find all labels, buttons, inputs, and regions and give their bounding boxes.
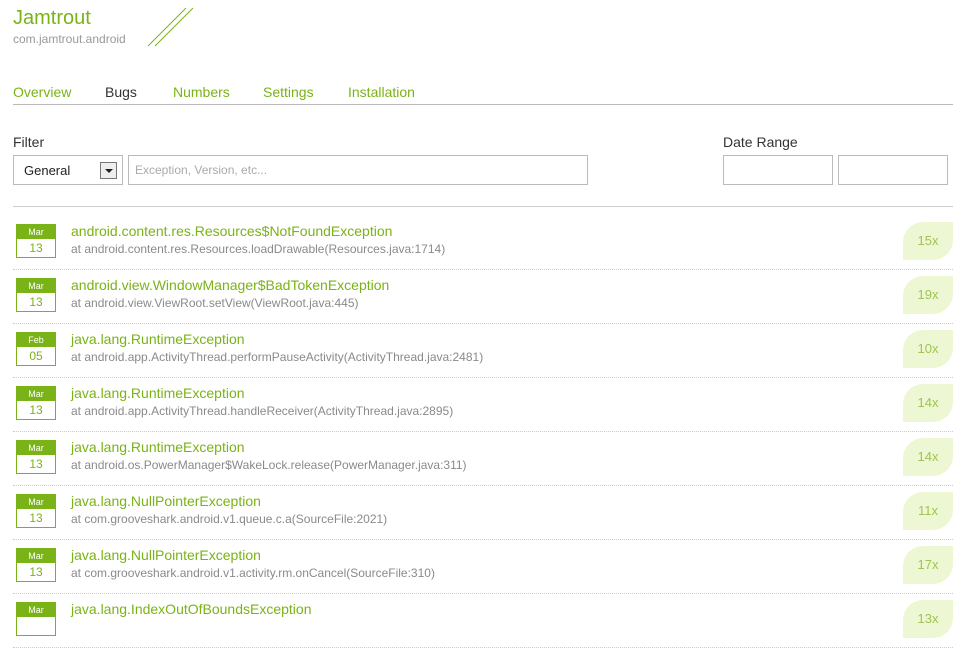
occurrence-count-badge: 14x [903,384,953,422]
date-badge: Mar 13 [16,440,56,474]
bug-row[interactable]: Mar 13 android.content.res.Resources$NotFo… [13,216,953,270]
occurrence-count-badge: 13x [903,600,953,638]
date-badge: Feb 05 [16,332,56,366]
bug-list: Mar 13 android.content.res.Resources$NotFo… [13,216,953,648]
date-range-to-input[interactable] [838,155,948,185]
tab-overview[interactable]: Overview [13,84,71,100]
chevron-down-icon[interactable] [100,162,117,179]
bug-title-link[interactable]: java.lang.RuntimeException [71,331,245,347]
bug-title-link[interactable]: java.lang.IndexOutOfBoundsException [71,601,312,617]
occurrence-count-badge: 15x [903,222,953,260]
bug-row[interactable]: Mar 13 android.view.WindowManager$BadToken… [13,270,953,324]
date-month: Mar [17,279,55,293]
filter-divider [13,206,953,207]
date-month: Mar [17,549,55,563]
bug-title-link[interactable]: java.lang.RuntimeException [71,439,245,455]
bug-stack-trace: at android.content.res.Resources.loadDra… [71,242,446,256]
tab-bugs[interactable]: Bugs [105,84,137,100]
bug-stack-trace: at android.app.ActivityThread.handleRece… [71,404,454,418]
tab-installation[interactable]: Installation [348,84,415,100]
occurrence-count-badge: 17x [903,546,953,584]
filter-search-input[interactable] [128,155,588,185]
tab-numbers[interactable]: Numbers [173,84,230,100]
date-day: 13 [29,403,43,417]
bug-title-link[interactable]: java.lang.NullPointerException [71,547,261,563]
date-month: Mar [17,603,55,617]
date-month: Mar [17,225,55,239]
date-day: 13 [29,457,43,471]
bug-title-link[interactable]: android.view.WindowManager$BadTokenExcep… [71,277,389,293]
date-month: Mar [17,441,55,455]
date-month: Feb [17,333,55,347]
bug-stack-trace: at com.grooveshark.android.v1.queue.c.a(… [71,512,388,526]
date-range-from-input[interactable] [723,155,833,185]
filter-type-select[interactable]: General [13,155,123,185]
occurrence-count-badge: 19x [903,276,953,314]
date-badge: Mar 13 [16,278,56,312]
filter-label: Filter [13,134,45,150]
occurrence-count-badge: 14x [903,438,953,476]
bug-row[interactable]: Mar java.lang.IndexOutOfBoundsException 13… [13,594,953,648]
date-badge: Mar 13 [16,386,56,420]
date-day: 05 [29,349,43,363]
bug-title-link[interactable]: java.lang.RuntimeException [71,385,245,401]
date-day: 13 [29,295,43,309]
bug-row[interactable]: Feb 05 java.lang.RuntimeException at androi… [13,324,953,378]
bug-title-link[interactable]: android.content.res.Resources$NotFoundEx… [71,223,392,239]
date-day: 13 [29,511,43,525]
bug-row[interactable]: Mar 13 java.lang.NullPointerException at co… [13,486,953,540]
filter-type-value: General [24,163,71,178]
app-header: Jamtrout com.jamtrout.android [13,6,126,46]
date-badge: Mar 13 [16,224,56,258]
bug-stack-trace: at android.view.ViewRoot.setView(ViewRoo… [71,296,359,310]
app-package-name: com.jamtrout.android [13,32,126,46]
app-title: Jamtrout [13,7,91,29]
date-month: Mar [17,495,55,509]
bug-stack-trace: at android.app.ActivityThread.performPau… [71,350,484,364]
bug-stack-trace: at android.os.PowerManager$WakeLock.rele… [71,458,467,472]
date-day: 13 [29,241,43,255]
bug-title-link[interactable]: java.lang.NullPointerException [71,493,261,509]
occurrence-count-badge: 10x [903,330,953,368]
bug-stack-trace: at com.grooveshark.android.v1.activity.r… [71,566,435,580]
bug-row[interactable]: Mar 13 java.lang.RuntimeException at androi… [13,432,953,486]
occurrence-count-badge: 11x [903,492,953,530]
main-nav: Overview Bugs Numbers Settings Installat… [13,84,953,105]
date-badge: Mar 13 [16,494,56,528]
bug-row[interactable]: Mar 13 java.lang.RuntimeException at androi… [13,378,953,432]
date-range-label: Date Range [723,134,798,150]
date-day: 13 [29,565,43,579]
date-month: Mar [17,387,55,401]
tab-settings[interactable]: Settings [263,84,314,100]
bug-row[interactable]: Mar 13 java.lang.NullPointerException at co… [13,540,953,594]
double-slash-logo-icon [147,7,194,47]
date-badge: Mar 13 [16,548,56,582]
date-badge: Mar [16,602,56,636]
